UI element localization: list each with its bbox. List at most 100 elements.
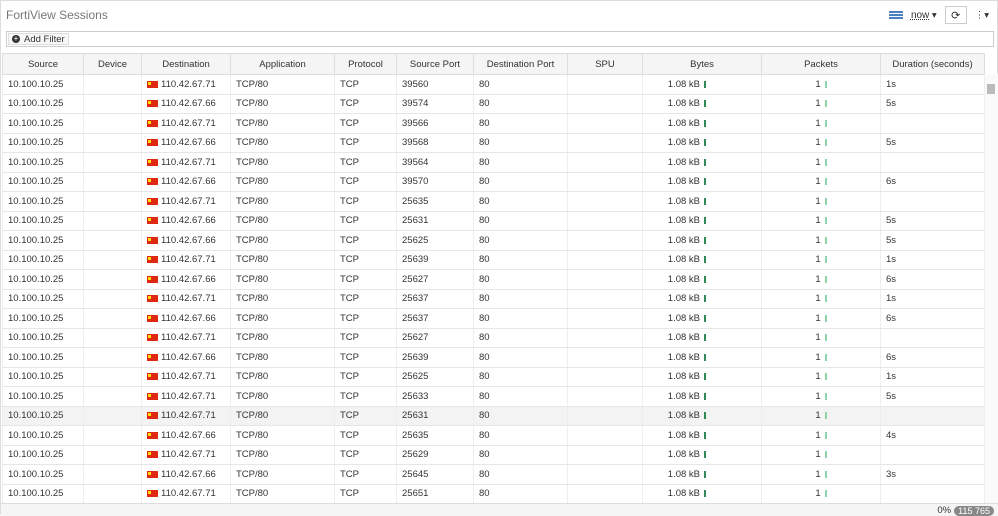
device-cell [83,425,142,446]
table-row[interactable]: 10.100.10.25 110.42.67.71 TCP/80 TCP 25629 80… [2,445,985,465]
destination-cell: 110.42.67.66 [141,230,231,251]
table-row[interactable]: 10.100.10.25 110.42.67.66 TCP/80 TCP 25625 80… [2,230,985,251]
fortiview-sessions-panel: FortiView Sessions now ▾ ⟳ ⋮▾ + Add Filt… [0,0,998,516]
application-cell: TCP/80 [230,425,335,446]
column-header[interactable]: Packets [761,53,881,75]
time-selector[interactable]: now ▾ [911,10,937,21]
spu-cell [567,425,643,446]
filter-input[interactable]: + Add Filter [6,31,994,47]
bytes-bar [704,256,706,264]
table-row[interactable]: 10.100.10.25 110.42.67.71 TCP/80 TCP 25651 80… [2,484,985,504]
destination-port-cell: 80 [473,269,568,290]
column-header[interactable]: SPU [567,53,643,75]
bytes-bar [704,412,706,420]
column-header[interactable]: Duration (seconds) [880,53,985,75]
destination-ip: 110.42.67.71 [161,195,216,207]
protocol-cell: TCP [334,269,397,290]
duration-cell: 6s [880,308,985,329]
protocol-cell: TCP [334,484,397,504]
duration-cell [880,191,985,212]
table-row[interactable]: 10.100.10.25 110.42.67.71 TCP/80 TCP 25639 80… [2,250,985,270]
filter-view-icon[interactable] [888,11,903,19]
protocol-cell: TCP [334,406,397,426]
destination-cell: 110.42.67.66 [141,347,231,368]
table-row[interactable]: 10.100.10.25 110.42.67.71 TCP/80 TCP 25625 80… [2,367,985,387]
table-row[interactable]: 10.100.10.25 110.42.67.71 TCP/80 TCP 25635 80… [2,191,985,212]
table-row[interactable]: 10.100.10.25 110.42.67.71 TCP/80 TCP 25627 80… [2,328,985,348]
packets-bar [824,412,827,420]
china-flag-icon [147,470,158,478]
duration-cell: 1s [880,74,985,95]
refresh-button[interactable]: ⟳ [944,6,967,24]
table-row[interactable]: 10.100.10.25 110.42.67.71 TCP/80 TCP 39560 80… [2,74,985,95]
china-flag-icon [147,197,158,205]
table-row[interactable]: 10.100.10.25 110.42.67.66 TCP/80 TCP 39570 80… [2,172,985,192]
table-row[interactable]: 10.100.10.25 110.42.67.66 TCP/80 TCP 25631 80… [2,211,985,231]
column-header[interactable]: Device [83,53,142,75]
packets-cell: 1 [761,289,881,309]
packets-cell: 1 [761,94,881,114]
packets-bar [824,217,827,225]
packets-bar [824,197,827,205]
table-row[interactable]: 10.100.10.25 110.42.67.66 TCP/80 TCP 25645 80… [2,464,985,485]
column-header[interactable]: Destination [141,53,231,75]
column-header[interactable]: Protocol [334,53,397,75]
source-cell: 10.100.10.25 [2,464,84,485]
china-flag-icon [147,451,158,459]
destination-cell: 110.42.67.66 [141,425,231,446]
device-cell [83,269,142,290]
bytes-value: 1.08 kB [667,488,700,500]
china-flag-icon [147,80,158,88]
scrollbar-thumb[interactable] [987,84,995,94]
table-row[interactable]: 10.100.10.25 110.42.67.66 TCP/80 TCP 25635 80… [2,425,985,446]
packets-value: 1 [815,332,821,344]
source-port-cell: 25635 [396,191,474,212]
protocol-cell: TCP [334,367,397,387]
column-header[interactable]: Source [2,53,84,75]
column-header[interactable]: Source Port [396,53,474,75]
packets-value: 1 [815,98,821,110]
menu-button[interactable]: ⋮▾ [975,10,989,21]
bytes-value: 1.08 kB [667,371,700,383]
column-header[interactable]: Application [230,53,335,75]
packets-bar [824,119,827,127]
table-row[interactable]: 10.100.10.25 110.42.67.66 TCP/80 TCP 39568 80… [2,133,985,153]
table-row[interactable]: 10.100.10.25 110.42.67.71 TCP/80 TCP 39564 80… [2,152,985,173]
source-cell: 10.100.10.25 [2,328,84,348]
china-flag-icon [147,314,158,322]
table-row[interactable]: 10.100.10.25 110.42.67.71 TCP/80 TCP 25633 80… [2,386,985,407]
table-row[interactable]: 10.100.10.25 110.42.67.71 TCP/80 TCP 25631 80… [2,406,985,426]
spu-cell [567,250,643,270]
duration-cell: 6s [880,172,985,192]
protocol-cell: TCP [334,211,397,231]
table-row[interactable]: 10.100.10.25 110.42.67.71 TCP/80 TCP 39566 80… [2,113,985,134]
packets-bar [824,470,827,478]
bytes-value: 1.08 kB [667,273,700,285]
packets-value: 1 [815,234,821,246]
destination-ip: 110.42.67.66 [161,312,216,324]
table-row[interactable]: 10.100.10.25 110.42.67.71 TCP/80 TCP 25637 80… [2,289,985,309]
destination-cell: 110.42.67.66 [141,211,231,231]
destination-port-cell: 80 [473,328,568,348]
table-row[interactable]: 10.100.10.25 110.42.67.66 TCP/80 TCP 25627 80… [2,269,985,290]
add-filter-button[interactable]: + Add Filter [8,33,69,45]
bytes-bar [704,451,706,459]
source-cell: 10.100.10.25 [2,133,84,153]
table-row[interactable]: 10.100.10.25 110.42.67.66 TCP/80 TCP 39574 80… [2,94,985,114]
bytes-cell: 1.08 kB [642,425,762,446]
bytes-value: 1.08 kB [667,332,700,344]
table-row[interactable]: 10.100.10.25 110.42.67.66 TCP/80 TCP 25639 80… [2,347,985,368]
device-cell [83,308,142,329]
bytes-bar [704,158,706,166]
column-header[interactable]: Destination Port [473,53,568,75]
china-flag-icon [147,353,158,361]
column-header[interactable]: Bytes [642,53,762,75]
table-row[interactable]: 10.100.10.25 110.42.67.66 TCP/80 TCP 25637 80… [2,308,985,329]
bytes-bar [704,314,706,322]
vertical-scrollbar[interactable] [984,74,998,503]
bytes-value: 1.08 kB [667,98,700,110]
destination-ip: 110.42.67.71 [161,488,216,500]
packets-value: 1 [815,468,821,480]
packets-cell: 1 [761,191,881,212]
source-port-cell: 25639 [396,250,474,270]
